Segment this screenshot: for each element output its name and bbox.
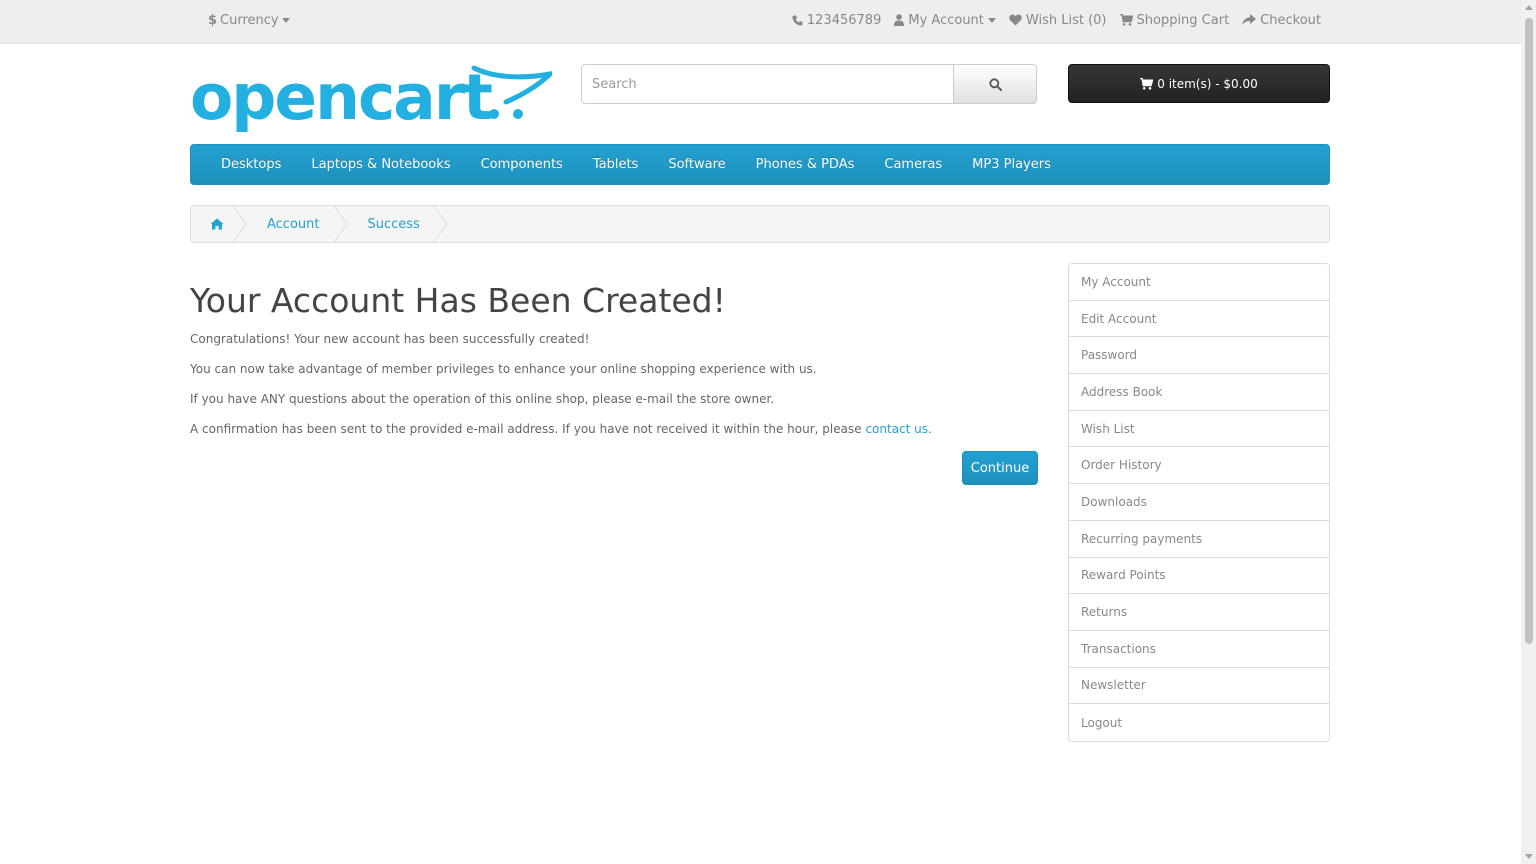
page-title: Your Account Has Been Created! bbox=[190, 281, 726, 320]
phone-icon bbox=[792, 14, 803, 26]
caret-down-icon bbox=[987, 17, 996, 23]
caret-down-icon bbox=[281, 17, 290, 23]
search-input[interactable] bbox=[581, 64, 953, 104]
search-bar bbox=[581, 64, 1037, 104]
cart-button[interactable]: 0 item(s) - $0.00 bbox=[1068, 64, 1330, 103]
breadcrumb-home[interactable] bbox=[191, 206, 247, 242]
page-scrollbar[interactable] bbox=[1521, 0, 1536, 864]
opencart-logo[interactable]: opencart bbox=[190, 61, 558, 136]
breadcrumb-success[interactable]: Success bbox=[348, 206, 448, 242]
wish-list-label: Wish List (0) bbox=[1025, 12, 1107, 28]
currency-label: Currency bbox=[220, 12, 279, 28]
shopping-cart-link[interactable]: Shopping Cart bbox=[1119, 12, 1230, 28]
confirmation-text-body: A confirmation has been sent to the prov… bbox=[190, 422, 866, 436]
search-icon bbox=[988, 77, 1002, 91]
phone-link[interactable]: 123456789 bbox=[792, 13, 881, 28]
main-content: Your Account Has Been Created! Congratul… bbox=[190, 278, 1038, 436]
sidebar-item-address-book[interactable]: Address Book bbox=[1069, 374, 1329, 411]
confirmation-text: A confirmation has been sent to the prov… bbox=[190, 420, 932, 438]
sidebar-item-order-history[interactable]: Order History bbox=[1069, 447, 1329, 485]
share-arrow-icon bbox=[1242, 14, 1257, 26]
menu-item-cameras[interactable]: Cameras bbox=[869, 157, 957, 172]
sidebar-item-downloads[interactable]: Downloads bbox=[1069, 484, 1329, 521]
privileges-text: You can now take advantage of member pri… bbox=[190, 362, 817, 376]
sidebar-item-password[interactable]: Password bbox=[1069, 337, 1329, 375]
wish-list-link[interactable]: Wish List (0) bbox=[1009, 13, 1107, 28]
scrollbar-thumb[interactable] bbox=[1525, 18, 1533, 644]
contact-us-link[interactable]: contact us bbox=[865, 422, 928, 436]
breadcrumb: Account Success bbox=[190, 205, 1330, 243]
confirmation-text-end: . bbox=[928, 422, 932, 436]
phone-number: 123456789 bbox=[806, 12, 882, 28]
congrats-text: Congratulations! Your new account has be… bbox=[190, 332, 590, 346]
top-links: 123456789 My Account Wish List (0) Shopp… bbox=[792, 11, 1321, 29]
currency-symbol: $ bbox=[208, 12, 218, 28]
sidebar-item-edit-account[interactable]: Edit Account bbox=[1069, 301, 1329, 338]
checkout-link[interactable]: Checkout bbox=[1242, 13, 1321, 28]
breadcrumb-account-label: Account bbox=[267, 216, 320, 232]
menu-item-laptops-notebooks[interactable]: Laptops & Notebooks bbox=[296, 157, 465, 172]
account-sidebar: My Account Edit Account Password Address… bbox=[1068, 263, 1330, 742]
sidebar-item-returns[interactable]: Returns bbox=[1069, 594, 1329, 631]
breadcrumb-account[interactable]: Account bbox=[247, 206, 348, 242]
sidebar-item-reward-points[interactable]: Reward Points bbox=[1069, 558, 1329, 595]
sidebar-item-wish-list[interactable]: Wish List bbox=[1069, 411, 1329, 448]
menu-item-phones-pdas[interactable]: Phones & PDAs bbox=[741, 157, 870, 172]
menu-item-components[interactable]: Components bbox=[466, 157, 578, 172]
checkout-label: Checkout bbox=[1260, 12, 1321, 28]
scroll-down-arrow-icon[interactable] bbox=[1525, 854, 1533, 859]
sidebar-item-recurring-payments[interactable]: Recurring payments bbox=[1069, 521, 1329, 558]
sidebar-item-my-account[interactable]: My Account bbox=[1069, 264, 1329, 301]
cart-total: 0 item(s) - $0.00 bbox=[1157, 76, 1258, 91]
user-icon bbox=[894, 14, 905, 26]
menu-item-software[interactable]: Software bbox=[653, 157, 740, 172]
shopping-cart-icon bbox=[1119, 14, 1133, 26]
top-bar: $ Currency 123456789 My Account Wish Lis… bbox=[0, 0, 1521, 44]
logo-text: opencart bbox=[190, 62, 492, 134]
home-icon bbox=[210, 218, 224, 230]
menu-item-desktops[interactable]: Desktops bbox=[206, 157, 296, 172]
breadcrumb-success-label: Success bbox=[367, 216, 420, 232]
scroll-up-arrow-icon[interactable] bbox=[1525, 5, 1533, 10]
shopping-cart-icon bbox=[1140, 77, 1154, 90]
menu-item-tablets[interactable]: Tablets bbox=[578, 157, 654, 172]
menu-item-mp3-players[interactable]: MP3 Players bbox=[957, 157, 1066, 172]
my-account-dropdown[interactable]: My Account bbox=[894, 13, 996, 28]
heart-icon bbox=[1009, 14, 1022, 26]
sidebar-item-newsletter[interactable]: Newsletter bbox=[1069, 668, 1329, 705]
sidebar-item-transactions[interactable]: Transactions bbox=[1069, 631, 1329, 668]
questions-text: If you have ANY questions about the oper… bbox=[190, 392, 775, 406]
currency-dropdown[interactable]: $ Currency bbox=[208, 11, 290, 29]
my-account-label: My Account bbox=[908, 12, 984, 28]
category-menu: Desktops Laptops & Notebooks Components … bbox=[190, 144, 1330, 185]
shopping-cart-label: Shopping Cart bbox=[1136, 12, 1230, 28]
continue-button[interactable]: Continue bbox=[962, 451, 1038, 485]
search-button[interactable] bbox=[953, 64, 1037, 104]
sidebar-item-logout[interactable]: Logout bbox=[1069, 704, 1329, 741]
